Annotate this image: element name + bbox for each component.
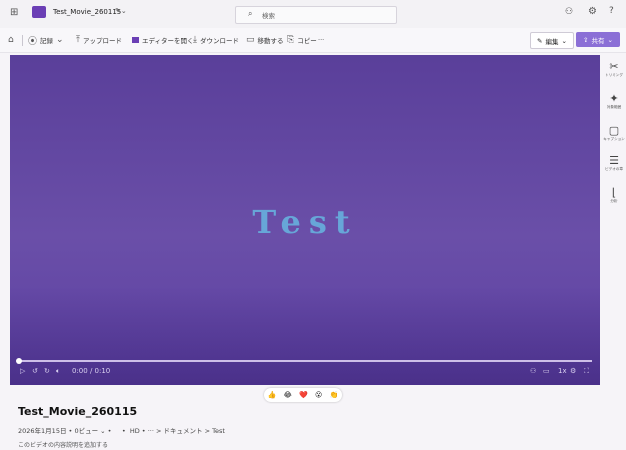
rail-item-trim[interactable]: ✂ トリミング	[602, 61, 626, 78]
view-count[interactable]: 0ビュー	[74, 427, 98, 435]
video-player[interactable]: Test ▷ ↺ ↻ 🔈︎ 0:00 / 0:10 ⚇ ▭ 1x ⚙ ⛶	[10, 55, 600, 385]
breadcrumb-item[interactable]: ドキュメント	[164, 427, 203, 435]
volume-icon[interactable]: 🔈︎	[56, 367, 60, 376]
open-editor-label: エディターを開く	[142, 37, 194, 45]
user-share-icon[interactable]: ⚇	[565, 7, 573, 17]
clipchamp-icon	[132, 37, 139, 43]
right-rail: ✂ トリミング ✦ 対象範囲 ▢ キャプション ☰ ビデオの章 ⌊ 分析	[602, 55, 626, 385]
like-reaction-icon[interactable]: 👍	[268, 391, 277, 399]
clapperboard-icon	[32, 6, 46, 18]
command-toolbar: ⌂ ⦿ 記録 ⌄ ⤒ アップロード エディターを開く ⤓ ダウンロード ▭ 移動…	[0, 28, 626, 53]
search-icon: ⌕	[248, 9, 253, 18]
copy-icon: ⎘	[287, 35, 295, 45]
video-title[interactable]: Test_Movie_260115	[18, 405, 137, 418]
upload-button[interactable]: ⤒ アップロード	[76, 33, 122, 47]
playback-speed[interactable]: 1x	[558, 367, 567, 375]
clap-reaction-icon[interactable]: 👏	[330, 391, 339, 399]
fullscreen-icon[interactable]: ⛶	[584, 367, 589, 376]
edit-label: 編集	[545, 37, 559, 46]
upload-icon: ⤒	[76, 35, 80, 45]
video-frame-text: Test	[252, 203, 358, 241]
chapters-icon: ☰	[609, 154, 619, 167]
time-display: 0:00 / 0:10	[72, 367, 111, 375]
chart-icon: ⌊	[611, 186, 617, 199]
download-label: ダウンロード	[199, 37, 239, 45]
laugh-reaction-icon[interactable]: 😂	[284, 391, 292, 399]
heart-reaction-icon[interactable]: ❤️	[299, 391, 308, 399]
rail-item-chapters[interactable]: ☰ ビデオの章	[602, 155, 626, 172]
help-icon[interactable]: ?	[609, 6, 614, 16]
rename-chevron-icon[interactable]: ✎⌄	[115, 7, 127, 15]
progress-bar[interactable]	[16, 358, 592, 364]
record-button[interactable]: ⦿ 記録 ⌄	[28, 33, 64, 47]
edit-button[interactable]: ✎ 編集 ⌄	[530, 32, 574, 49]
search-placeholder: 検索	[262, 12, 275, 20]
settings-icon[interactable]: ⚙	[588, 6, 597, 17]
reaction-bar: 👍 😂 ❤️ 😮 👏	[264, 388, 342, 402]
rail-item-label: トリミング	[605, 73, 623, 77]
upload-date: 2026年1月15日	[18, 427, 67, 435]
video-meta-line: 2026年1月15日 • 0ビュー ⌄ • • HD • ··· > ドキュメン…	[18, 425, 225, 435]
rail-item-analytics[interactable]: ⌊ 分析	[602, 187, 626, 204]
caption-icon: ▢	[608, 124, 620, 137]
download-icon: ⤓	[193, 35, 197, 45]
rail-item-captions[interactable]: ▢ キャプション	[602, 125, 626, 142]
more-options-button[interactable]: ···	[318, 33, 324, 47]
chevron-down-icon: ⌄	[56, 35, 64, 45]
top-bar: ⊞ Test_Movie_260115 ✎⌄ ⌕ 検索 ⚇ ⚙ ?	[0, 0, 626, 29]
record-icon: ⦿	[28, 36, 38, 47]
rail-item-label: キャプション	[603, 137, 625, 141]
waffle-icon[interactable]: ⊞	[10, 7, 18, 18]
copy-button[interactable]: ⎘ コピー	[287, 33, 317, 47]
add-description-link[interactable]: このビデオの内容説明を追加する	[18, 440, 108, 449]
share-icon: ⇪	[583, 35, 589, 44]
chevron-down-icon: ⌄	[561, 36, 567, 45]
toolbar-divider	[22, 35, 23, 46]
rewind-10-icon[interactable]: ↺	[32, 367, 38, 375]
upload-label: アップロード	[82, 37, 122, 45]
chevron-down-icon: ⌄ • •	[100, 427, 128, 435]
closed-captions-icon[interactable]: ▭	[543, 367, 550, 375]
file-name[interactable]: Test_Movie_260115	[53, 8, 121, 16]
sparkle-icon: ✦	[609, 92, 619, 105]
share-label: 共有	[591, 36, 605, 45]
forward-10-icon[interactable]: ↻	[44, 367, 50, 375]
breadcrumb-more[interactable]: ···	[148, 427, 154, 435]
scissors-icon: ✂	[609, 60, 619, 73]
download-button[interactable]: ⤓ ダウンロード	[193, 33, 239, 47]
captions-style-icon[interactable]: ⚇	[530, 367, 536, 375]
breadcrumb: ··· > ドキュメント > Test	[147, 427, 225, 435]
chevron-down-icon: ⌄	[607, 35, 613, 44]
rail-item-label: 分析	[610, 199, 618, 203]
rail-item-label: 対象範囲	[606, 105, 622, 109]
open-editor-button[interactable]: エディターを開く	[132, 33, 194, 47]
record-label: 記録	[40, 37, 54, 45]
rail-item-coverage[interactable]: ✦ 対象範囲	[602, 93, 626, 110]
settings-icon[interactable]: ⚙	[570, 367, 576, 375]
pencil-icon: ✎	[537, 36, 543, 45]
move-label: 移動する	[257, 37, 284, 45]
progress-knob[interactable]	[16, 358, 22, 364]
surprised-reaction-icon[interactable]: 😮	[315, 391, 322, 399]
breadcrumb-item[interactable]: Test	[212, 427, 225, 435]
rail-item-label: ビデオの章	[605, 167, 623, 171]
copy-label: コピー	[297, 37, 317, 45]
home-icon[interactable]: ⌂	[8, 33, 14, 47]
move-folder-icon: ▭	[246, 35, 255, 45]
move-button[interactable]: ▭ 移動する	[246, 33, 284, 47]
search-box[interactable]: ⌕ 検索	[235, 6, 397, 24]
share-button[interactable]: ⇪ 共有 ⌄	[576, 32, 620, 47]
quality-badge: HD	[129, 427, 140, 435]
play-icon[interactable]: ▷	[20, 367, 25, 375]
